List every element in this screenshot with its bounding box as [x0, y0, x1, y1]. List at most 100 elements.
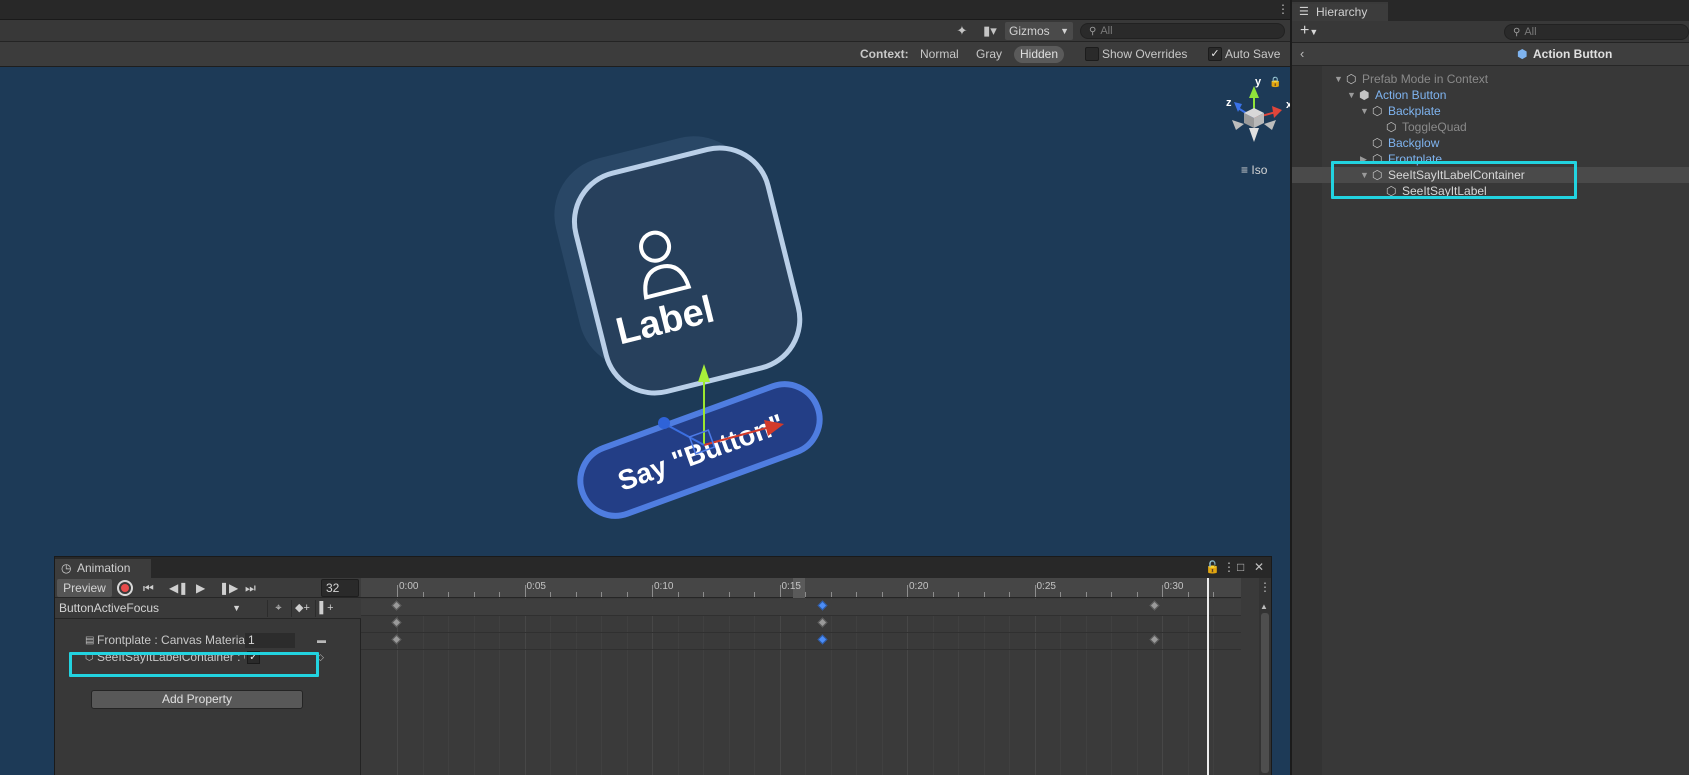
previous-frame-icon[interactable]: ◀❚ [169, 579, 188, 597]
property-name: Frontplate : Canvas Material [97, 633, 245, 647]
add-dropdown[interactable]: +▼ [1300, 22, 1318, 40]
timeline-tick [1162, 585, 1163, 597]
prefab-title: Action Button [1533, 47, 1613, 61]
back-arrow-icon[interactable]: ‹ [1300, 46, 1304, 61]
frontplate-lane [361, 616, 1241, 633]
context-label: Context: [860, 47, 909, 61]
highlight-box-hierarchy [1331, 161, 1577, 199]
tree-label: Action Button [1375, 88, 1447, 102]
frontplate-mesh [571, 145, 803, 396]
timeline-tick [1187, 592, 1189, 597]
timeline-options-icon[interactable]: ⋮ [1259, 580, 1271, 594]
prefab-cube-icon: ⬢ [1359, 88, 1370, 102]
projection-toggle[interactable]: ≡ Iso [1241, 163, 1267, 177]
tab-hierarchy[interactable]: ☰ Hierarchy [1292, 2, 1388, 21]
timeline-tick [601, 592, 602, 597]
timeline-tick [1009, 592, 1010, 597]
context-option-gray[interactable]: Gray [970, 46, 1008, 63]
search-icon: ⚲ [1089, 26, 1097, 37]
more-options-icon[interactable]: ⋮ [1277, 2, 1289, 16]
expand-arrow-icon[interactable]: ▼ [1360, 103, 1369, 119]
gizmos-dropdown[interactable]: Gizmos ▼ [1005, 22, 1073, 40]
clip-dropdown[interactable]: ButtonActiveFocus ▼ [57, 600, 245, 617]
dopesheet[interactable]: 0:00 0:05 0:10 0:15 0:20 0:25 0:30 ▲ ⋮ [361, 578, 1271, 775]
timeline-tick [448, 592, 449, 597]
property-row-frontplate[interactable]: ▤ Frontplate : Canvas Material 1 ▬ [55, 632, 361, 649]
scene-search-input[interactable]: ⚲ All [1080, 23, 1285, 39]
add-property-button[interactable]: Add Property [91, 690, 303, 709]
timeline-tick [499, 592, 500, 597]
play-icon[interactable]: ▶ [196, 579, 205, 597]
timeline-tick [881, 592, 883, 597]
timeline-ruler[interactable]: 0:00 0:05 0:10 0:15 0:20 0:25 0:30 [361, 578, 1241, 598]
record-button[interactable] [117, 580, 133, 596]
tree-row-backglow[interactable]: ⬡ Backglow [1292, 135, 1689, 151]
frame-input[interactable]: 32 [321, 579, 359, 597]
add-event-icon[interactable]: ▌+ [315, 600, 337, 617]
lock-icon[interactable]: 🔒 [1269, 77, 1281, 88]
timeline-tick-label: 0:25 [1036, 581, 1056, 592]
material-icon: ▤ [85, 635, 95, 646]
lock-icon[interactable]: 🔓 [1205, 559, 1220, 576]
camera-icon[interactable]: ▮▾ [976, 22, 1004, 40]
timeline-tick [575, 592, 577, 597]
show-overrides-checkbox[interactable] [1085, 47, 1099, 61]
timeline-tick-label: 0:05 [526, 581, 546, 592]
tab-animation[interactable]: ◷ Animation [55, 559, 151, 578]
add-keyframe-icon[interactable]: ◆+ [291, 600, 313, 617]
prefab-header: ‹ ⬢ Action Button [1292, 43, 1689, 66]
property-value-field[interactable]: 1 [245, 633, 295, 648]
timeline-tick-label: 0:30 [1164, 581, 1184, 592]
auto-save-label: Auto Save [1225, 47, 1281, 61]
tree-row-prefab-mode[interactable]: ▼ ⬡ Prefab Mode in Context [1292, 71, 1689, 87]
more-options-icon[interactable]: ⋮ [1223, 559, 1235, 576]
tree-row-action-button[interactable]: ▼ ⬢ Action Button [1292, 87, 1689, 103]
clock-icon: ◷ [61, 561, 72, 575]
scrollbar[interactable]: ▲ [1259, 578, 1271, 775]
timeline-tick [703, 592, 704, 597]
timeline-tick [932, 592, 934, 597]
tools-icon[interactable]: ✦ [952, 22, 972, 40]
first-frame-icon[interactable]: ⏮ [143, 579, 154, 597]
list-icon: ☰ [1299, 6, 1309, 18]
context-option-hidden[interactable]: Hidden [1014, 46, 1065, 63]
tree-row-backplate[interactable]: ▼ ⬡ Backplate [1292, 103, 1689, 119]
timeline-tick [805, 592, 806, 597]
timeline-tick [983, 592, 985, 597]
last-frame-icon[interactable]: ⏭ [245, 579, 256, 597]
timeline-tick [754, 592, 755, 597]
auto-save-checkbox[interactable]: ✓ [1208, 47, 1222, 61]
plus-icon: + [1300, 22, 1310, 39]
search-icon: ⚲ [1513, 27, 1521, 38]
scroll-thumb[interactable] [1261, 613, 1269, 773]
tree-row-togglequad[interactable]: ⬡ ToggleQuad [1292, 119, 1689, 135]
maximize-icon[interactable]: □ [1237, 559, 1244, 576]
next-frame-icon[interactable]: ❚▶ [219, 579, 238, 597]
timeline-tick [1111, 592, 1112, 597]
projection-label: Iso [1251, 163, 1268, 177]
timeline-tick [524, 585, 526, 597]
menu-lines-icon: ≡ [1241, 163, 1249, 177]
playhead[interactable] [1207, 578, 1209, 775]
timeline-tick [830, 592, 832, 597]
scene-top-bar: ⋮ [0, 0, 1290, 20]
summary-lane [361, 599, 1241, 616]
animation-tab-bar: ◷ Animation 🔓 ⋮ □ ✕ [55, 557, 1271, 578]
timeline-tick [550, 592, 551, 597]
hierarchy-panel: ☰ Hierarchy +▼ ⚲ All ‹ ⬢ Action Button ▼ … [1290, 0, 1689, 775]
hierarchy-search-input[interactable]: ⚲ All [1504, 24, 1689, 40]
filter-by-selection-icon[interactable]: ⌖ [267, 600, 289, 617]
y-label: y [1255, 76, 1262, 88]
preview-button[interactable]: Preview [57, 579, 112, 597]
close-icon[interactable]: ✕ [1254, 559, 1264, 576]
hierarchy-search-placeholder: All [1524, 26, 1537, 38]
gizmos-label: Gizmos [1009, 24, 1050, 38]
context-option-normal[interactable]: Normal [914, 46, 965, 63]
keyframe-dash-icon[interactable]: ▬ [317, 632, 326, 649]
chevron-down-icon: ▼ [1309, 27, 1319, 37]
expand-arrow-icon[interactable]: ▼ [1334, 71, 1343, 87]
timeline-tick [652, 585, 653, 597]
scroll-up-icon[interactable]: ▲ [1260, 602, 1268, 611]
expand-arrow-icon[interactable]: ▼ [1347, 87, 1356, 103]
timeline-tick-label: 0:10 [654, 581, 674, 592]
